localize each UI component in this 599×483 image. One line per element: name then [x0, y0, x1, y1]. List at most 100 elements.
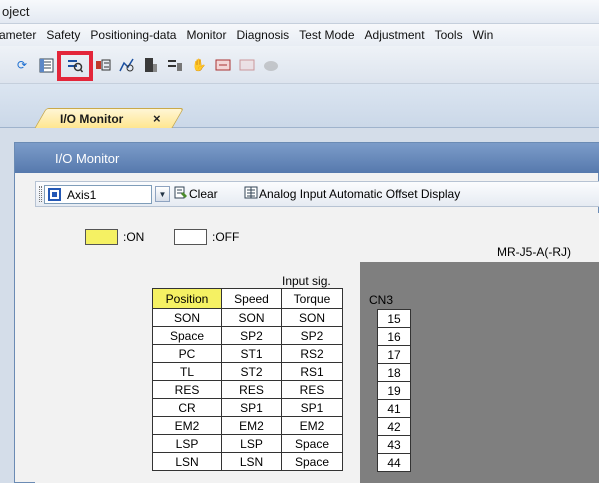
signal-cell: SON	[281, 308, 343, 327]
signal-cell: SON	[152, 308, 222, 327]
pin-table: 15 16 17 18 19 41 42 43 44	[377, 309, 411, 472]
axis-select[interactable]: Axis1	[44, 185, 152, 204]
io-monitor-window: I/O Monitor Axis1 ▼ Clear Analog Input A…	[14, 142, 599, 483]
graph-icon[interactable]	[119, 57, 135, 73]
clear-button[interactable]: Clear	[189, 187, 218, 201]
table-row: 41	[377, 399, 411, 418]
pin-number: 43	[377, 435, 411, 454]
device-icon[interactable]	[143, 57, 159, 73]
menu-tools[interactable]: Tools	[430, 28, 468, 42]
program-icon[interactable]	[239, 57, 255, 73]
analog-offset-button[interactable]: Analog Input Automatic Offset Display	[259, 187, 460, 201]
signal-cell: Space	[281, 452, 343, 471]
table-row: 43	[377, 435, 411, 454]
panel-title: I/O Monitor	[55, 151, 120, 166]
analog-offset-icon[interactable]	[244, 186, 258, 202]
legend-off-label: :OFF	[212, 230, 240, 244]
signal-cell: ST1	[221, 344, 282, 363]
title-bar: oject	[0, 0, 599, 24]
menu-monitor[interactable]: Monitor	[181, 28, 231, 42]
parameter-list-icon[interactable]	[38, 57, 54, 73]
test-mode-icon[interactable]	[167, 57, 183, 73]
tab-io-monitor-label: I/O Monitor	[60, 112, 124, 126]
signal-cell: Space	[281, 434, 343, 453]
axis-icon	[48, 188, 61, 201]
io-signal-icon[interactable]	[95, 57, 111, 73]
signal-cell: RS2	[281, 344, 343, 363]
table-row: EM2 EM2 EM2	[152, 416, 343, 435]
legend-on-swatch	[85, 229, 118, 245]
table-row: PC ST1 RS2	[152, 344, 343, 363]
table-row: TL ST2 RS1	[152, 362, 343, 381]
column-header-torque: Torque	[281, 288, 343, 309]
table-row: 44	[377, 453, 411, 472]
panel-toolbar: Axis1 ▼ Clear Analog Input Automatic Off…	[35, 181, 599, 207]
signal-cell: SP2	[281, 326, 343, 345]
signal-header-row: Position Speed Torque	[152, 288, 343, 309]
window-title-bar: I/O Monitor	[15, 143, 599, 173]
window-title: oject	[2, 4, 30, 19]
legend-off-swatch	[174, 229, 207, 245]
menu-test-mode[interactable]: Test Mode	[294, 28, 359, 42]
table-row: LSP LSP Space	[152, 434, 343, 453]
menu-window[interactable]: Win	[468, 28, 499, 42]
signal-cell: ST2	[221, 362, 282, 381]
input-signal-label: Input sig.	[282, 274, 331, 288]
toolbar-grip[interactable]	[39, 186, 42, 202]
menu-diagnosis[interactable]: Diagnosis	[231, 28, 294, 42]
menu-positioning-data[interactable]: Positioning-data	[85, 28, 181, 42]
signal-cell: Space	[152, 326, 222, 345]
table-row: 18	[377, 363, 411, 382]
pin-number: 19	[377, 381, 411, 400]
column-header-speed: Speed	[221, 288, 282, 309]
pin-number: 44	[377, 453, 411, 472]
signal-cell: EM2	[221, 416, 282, 435]
pin-number: 16	[377, 327, 411, 346]
signal-cell: SON	[221, 308, 282, 327]
jog-hand-icon[interactable]: ✋	[191, 57, 207, 73]
menu-parameter[interactable]: ameter	[0, 28, 41, 42]
main-toolbar: ⟳ ✋	[0, 46, 599, 84]
pin-number: 17	[377, 345, 411, 364]
model-name: MR-J5-A(-RJ)	[497, 245, 571, 259]
table-row: 16	[377, 327, 411, 346]
pin-number: 41	[377, 399, 411, 418]
signal-cell: LSN	[152, 452, 222, 471]
table-row: 15	[377, 309, 411, 328]
pin-number: 42	[377, 417, 411, 436]
table-row: 42	[377, 417, 411, 436]
signal-cell: RES	[152, 380, 222, 399]
axis-value: Axis1	[67, 188, 97, 202]
table-row: 17	[377, 345, 411, 364]
clear-icon[interactable]	[174, 186, 188, 202]
pin-number: 15	[377, 309, 411, 328]
tab-close-icon[interactable]: ×	[153, 111, 161, 126]
signal-cell: PC	[152, 344, 222, 363]
positioning-icon[interactable]	[215, 57, 231, 73]
signal-cell: SP1	[281, 398, 343, 417]
signal-cell: RES	[221, 380, 282, 399]
signal-cell: TL	[152, 362, 222, 381]
legend-on-label: :ON	[123, 230, 145, 244]
table-row: 19	[377, 381, 411, 400]
column-header-position: Position	[152, 288, 222, 309]
menu-safety[interactable]: Safety	[41, 28, 85, 42]
refresh-icon[interactable]: ⟳	[14, 57, 30, 73]
signal-cell: RS1	[281, 362, 343, 381]
connector-label: CN3	[369, 293, 394, 307]
chevron-down-icon[interactable]: ▼	[155, 186, 170, 202]
pin-number: 18	[377, 363, 411, 382]
table-row: CR SP1 SP1	[152, 398, 343, 417]
monitor-content: :ON :OFF MR-J5-A(-RJ) CN3 Input sig. Pos…	[35, 213, 599, 483]
disabled-tool-icon[interactable]	[263, 57, 279, 73]
signal-cell: RES	[281, 380, 343, 399]
signal-cell: EM2	[152, 416, 222, 435]
signal-cell: LSN	[221, 452, 282, 471]
tab-strip: I/O Monitor ×	[0, 84, 599, 129]
signal-cell: SP2	[221, 326, 282, 345]
signal-cell: EM2	[281, 416, 343, 435]
signal-cell: LSP	[221, 434, 282, 453]
signal-cell: CR	[152, 398, 222, 417]
document-area: I/O Monitor Axis1 ▼ Clear Analog Input A…	[0, 128, 599, 483]
menu-adjustment[interactable]: Adjustment	[360, 28, 430, 42]
